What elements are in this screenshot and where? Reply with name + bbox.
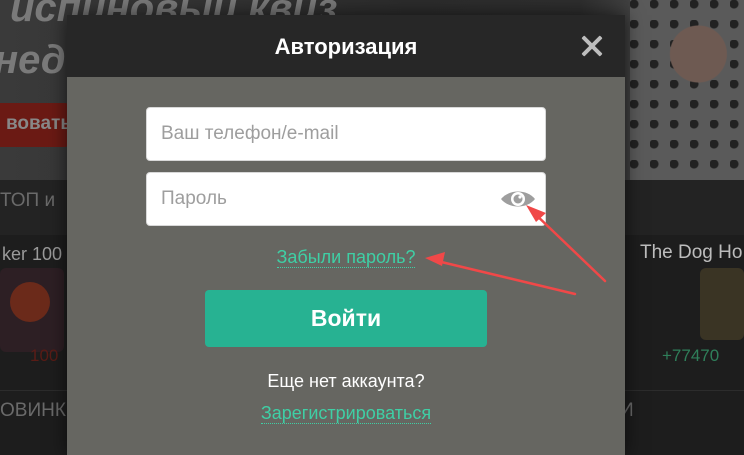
modal-title: Авторизация (274, 34, 418, 59)
game-card-title-right: The Dog Ho (640, 242, 743, 263)
register-link[interactable]: Зарегистрироваться (260, 403, 432, 424)
login-modal: Авторизация Забыли пароль? Войти Еще нет… (67, 15, 625, 455)
game-card-title-left: ker 100 (2, 244, 63, 264)
section-top-title: ТОП и (0, 190, 56, 211)
game-card-thumbnail-right[interactable] (700, 268, 744, 340)
register-link-wrap: Зарегистрироваться (67, 403, 625, 424)
eye-icon[interactable] (499, 187, 537, 211)
promo-banner-button[interactable]: вовать (0, 103, 72, 147)
game-card-thumbnail-left[interactable] (0, 268, 64, 352)
promo-banner-image (630, 0, 744, 180)
section-new-title: ОВИНК (0, 400, 66, 421)
login-input[interactable] (147, 108, 545, 160)
modal-header: Авторизация (67, 15, 625, 77)
login-button[interactable]: Войти (205, 290, 487, 347)
forgot-password-link-wrap: Забыли пароль? (67, 247, 625, 268)
game-card-count-left: 100 (30, 346, 59, 365)
no-account-text: Еще нет аккаунта? (267, 371, 425, 391)
password-field[interactable] (146, 172, 546, 226)
promo-banner-title-2: нед (0, 38, 66, 82)
game-card-count-right: +77470 (662, 346, 720, 365)
login-field[interactable] (146, 107, 546, 161)
close-icon[interactable] (579, 33, 605, 59)
forgot-password-link[interactable]: Забыли пароль? (276, 247, 416, 268)
password-input[interactable] (147, 173, 545, 225)
